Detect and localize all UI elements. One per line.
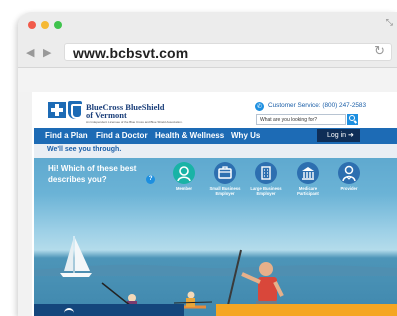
search-icon — [349, 115, 355, 121]
nav-find-a-doctor[interactable]: Find a Doctor — [96, 131, 148, 140]
brand-disclaimer: An Independent Licensee of the Blue Cros… — [86, 120, 183, 124]
url-text: www.bcbsvt.com — [73, 45, 189, 61]
customer-service-phone[interactable]: Customer Service: (800) 247-2583 — [268, 102, 366, 109]
browser-strip — [18, 68, 397, 92]
blue-shield-logo-icon[interactable] — [68, 101, 83, 119]
browser-toolbar: ⤡ ◀ ▶ www.bcbsvt.com ↻ — [18, 12, 397, 68]
search-button[interactable] — [347, 114, 358, 125]
persona-medicare[interactable]: Medicare Participant — [288, 162, 328, 196]
search-input[interactable]: What are you looking for? — [256, 114, 346, 125]
nav-why-us[interactable]: Why Us — [231, 131, 260, 140]
persona-member[interactable]: Member — [164, 162, 204, 191]
member-icon — [173, 162, 195, 184]
persona-large-business[interactable]: Large Business Employer — [246, 162, 286, 196]
persona-provider[interactable]: Provider — [329, 162, 369, 191]
fullscreen-icon[interactable]: ⤡ — [386, 18, 393, 28]
close-window-button[interactable] — [28, 21, 36, 29]
promo-banner-left[interactable] — [34, 304, 184, 316]
tagline-bar: We'll see you through. — [34, 144, 397, 158]
browser-window: ⤡ ◀ ▶ www.bcbsvt.com ↻ BlueCross BlueShi… — [18, 12, 397, 316]
blue-cross-logo-icon[interactable] — [48, 102, 66, 118]
address-bar[interactable]: www.bcbsvt.com ↻ — [64, 43, 392, 61]
promo-logo-icon — [64, 308, 74, 314]
promo-banner-right[interactable] — [216, 304, 397, 316]
back-arrow-icon[interactable]: ◀ — [26, 46, 34, 59]
medicare-icon — [297, 162, 319, 184]
main-nav: Find a Plan Find a Doctor Health & Welln… — [34, 128, 397, 144]
persona-label-small-business: Small Business Employer — [209, 186, 241, 196]
persona-question: Hi! Which of these best describes you? ? — [48, 163, 156, 185]
persona-label-medicare: Medicare Participant — [297, 186, 319, 196]
large-business-icon — [255, 162, 277, 184]
phone-icon: ✆ — [255, 102, 264, 111]
hero-banner: Hi! Which of these best describes you? ?… — [34, 158, 397, 316]
small-business-icon — [214, 162, 236, 184]
nav-health-wellness[interactable]: Health & Wellness — [155, 131, 224, 140]
persona-label-large-business: Large Business Employer — [250, 186, 282, 196]
reload-icon[interactable]: ↻ — [374, 44, 385, 59]
nav-find-a-plan[interactable]: Find a Plan — [45, 131, 88, 140]
help-icon[interactable]: ? — [146, 175, 156, 185]
login-label: Log in — [327, 132, 347, 139]
persona-question-text: Hi! Which of these best describes you? — [48, 164, 137, 184]
persona-label-member: Member — [175, 186, 193, 191]
persona-label-provider: Provider — [340, 186, 358, 191]
persona-small-business[interactable]: Small Business Employer — [205, 162, 245, 196]
forward-arrow-icon[interactable]: ▶ — [43, 46, 51, 59]
web-page: BlueCross BlueShield of Vermont An Indep… — [32, 92, 397, 316]
login-button[interactable]: Log in ➜ — [317, 129, 360, 142]
login-arrow-icon: ➜ — [348, 132, 354, 139]
brand-region: of Vermont — [86, 110, 127, 120]
tagline: We'll see you through. — [47, 146, 122, 153]
zoom-window-button[interactable] — [54, 21, 62, 29]
minimize-window-button[interactable] — [41, 21, 49, 29]
provider-icon — [338, 162, 360, 184]
